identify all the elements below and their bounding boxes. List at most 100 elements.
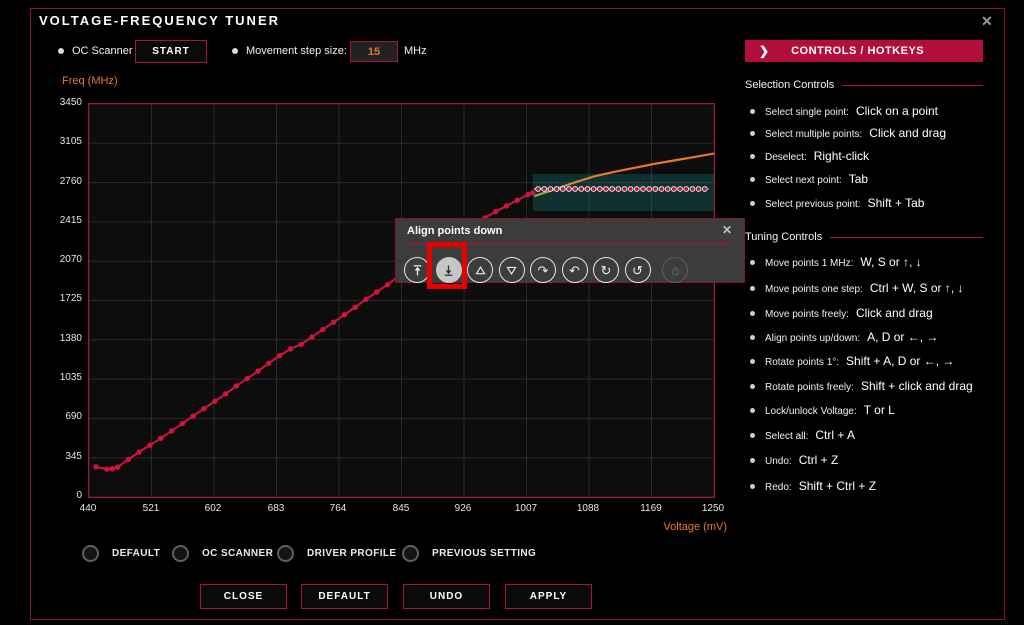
y-tick: 2070 bbox=[40, 254, 82, 265]
y-tick: 1725 bbox=[40, 293, 82, 304]
popup-title: Align points down bbox=[407, 225, 502, 237]
redo-icon: ↻ bbox=[601, 264, 612, 277]
bullet-icon bbox=[750, 458, 755, 463]
section-divider bbox=[830, 237, 983, 238]
rotate-ccw-icon: ↶ bbox=[569, 264, 580, 277]
y-tick: 690 bbox=[40, 411, 82, 422]
hotkey-item: Deselect:Right-click bbox=[750, 149, 869, 163]
radio-option-previous-setting[interactable]: PREVIOUS SETTING bbox=[402, 545, 536, 562]
step-unit-label: MHz bbox=[404, 45, 427, 57]
radio-option-default[interactable]: DEFAULT bbox=[82, 545, 160, 562]
radio-label: PREVIOUS SETTING bbox=[432, 548, 536, 559]
x-tick: 521 bbox=[129, 503, 173, 514]
radio-label: DRIVER PROFILE bbox=[307, 548, 397, 559]
bullet-icon bbox=[750, 260, 755, 265]
step-size-input[interactable] bbox=[350, 41, 398, 62]
hotkey-item: Select all: Ctrl + A bbox=[750, 428, 855, 442]
start-button[interactable]: START bbox=[135, 40, 207, 63]
x-tick: 1169 bbox=[629, 503, 673, 514]
hotkey-label: Move points 1 MHz: bbox=[765, 258, 853, 269]
radio-icon[interactable] bbox=[172, 545, 189, 562]
radio-option-driver-profile[interactable]: DRIVER PROFILE bbox=[277, 545, 397, 562]
hotkey-item: Rotate points 1°:Shift + A, D or ←, → bbox=[750, 354, 954, 368]
hotkey-keys: Tab bbox=[849, 172, 868, 186]
undo-icon: ↺ bbox=[632, 264, 643, 277]
hotkey-keys: Click and drag bbox=[869, 126, 946, 140]
x-tick: 1088 bbox=[566, 503, 610, 514]
y-tick: 345 bbox=[40, 451, 82, 462]
hotkey-keys: Click and drag bbox=[856, 306, 933, 320]
bullet-icon bbox=[750, 286, 755, 291]
tuning-controls-section: Tuning Controls bbox=[745, 231, 983, 243]
default-button[interactable]: DEFAULT bbox=[301, 584, 388, 609]
hotkey-label: Move points freely: bbox=[765, 309, 849, 320]
radio-label: DEFAULT bbox=[112, 548, 160, 559]
hotkey-keys: Shift + click and drag bbox=[861, 379, 973, 393]
hotkey-keys: T or L bbox=[864, 403, 895, 417]
hotkey-item: Redo:Shift + Ctrl + Z bbox=[750, 479, 876, 493]
section-title: Tuning Controls bbox=[745, 231, 822, 243]
step-size-label: Movement step size: bbox=[246, 45, 347, 57]
hotkey-item: Select next point: Tab bbox=[750, 172, 868, 186]
redo-button[interactable]: ↻ bbox=[593, 257, 619, 283]
y-tick: 2415 bbox=[40, 215, 82, 226]
popup-close-icon[interactable]: ✕ bbox=[722, 223, 732, 237]
undo-button[interactable]: ↺ bbox=[625, 257, 651, 283]
bullet-icon bbox=[750, 359, 755, 364]
x-tick: 926 bbox=[441, 503, 485, 514]
radio-icon[interactable] bbox=[277, 545, 294, 562]
bullet-icon bbox=[232, 48, 238, 54]
y-tick: 0 bbox=[40, 490, 82, 501]
lock-voltage-button[interactable] bbox=[662, 257, 688, 283]
section-divider bbox=[842, 85, 983, 86]
hotkey-item: Move points 1 MHz:W, S or ↑, ↓ bbox=[750, 255, 922, 269]
bullet-icon bbox=[750, 384, 755, 389]
hotkey-item: Select multiple points:Click and drag bbox=[750, 126, 946, 140]
hotkey-label: Select previous point: bbox=[765, 199, 861, 210]
rotate-points-ccw-button[interactable]: ↶ bbox=[562, 257, 588, 283]
radio-option-oc-scanner[interactable]: OC SCANNER bbox=[172, 545, 273, 562]
hotkey-item: Move points one step:Ctrl + W, S or ↑, ↓ bbox=[750, 281, 964, 295]
hotkey-label: Select all: bbox=[765, 431, 808, 442]
bullet-icon bbox=[750, 335, 755, 340]
highlight-annotation-box bbox=[427, 242, 467, 289]
radio-icon[interactable] bbox=[82, 545, 99, 562]
radio-icon[interactable] bbox=[402, 545, 419, 562]
hotkey-label: Redo: bbox=[765, 482, 792, 493]
hotkey-label: Deselect: bbox=[765, 152, 807, 163]
hotkey-keys: Ctrl + W, S or ↑, ↓ bbox=[870, 281, 964, 295]
bullet-icon bbox=[750, 433, 755, 438]
move-points-up-button[interactable] bbox=[467, 257, 493, 283]
x-tick: 845 bbox=[379, 503, 423, 514]
x-axis-title: Voltage (mV) bbox=[655, 521, 727, 533]
x-tick: 683 bbox=[254, 503, 298, 514]
y-axis-title: Freq (MHz) bbox=[62, 75, 118, 87]
controls-hotkeys-header[interactable]: ❯ CONTROLS / HOTKEYS bbox=[745, 40, 983, 62]
bullet-icon bbox=[750, 484, 755, 489]
hotkey-label: Align points up/down: bbox=[765, 333, 860, 344]
hotkey-item: Undo:Ctrl + Z bbox=[750, 453, 838, 467]
close-icon[interactable]: ✕ bbox=[981, 13, 993, 30]
x-tick: 1250 bbox=[691, 503, 735, 514]
vf-curve-svg bbox=[89, 104, 714, 497]
undo-button[interactable]: UNDO bbox=[403, 584, 490, 609]
rotate-cw-icon: ↷ bbox=[538, 264, 549, 277]
close-button[interactable]: CLOSE bbox=[200, 584, 287, 609]
hotkey-keys: Shift + Tab bbox=[868, 196, 925, 210]
y-tick: 1380 bbox=[40, 333, 82, 344]
selection-controls-section: Selection Controls bbox=[745, 79, 983, 91]
hotkey-keys: Ctrl + A bbox=[815, 428, 855, 442]
bullet-icon bbox=[750, 177, 755, 182]
move-points-down-button[interactable] bbox=[499, 257, 525, 283]
apply-button[interactable]: APPLY bbox=[505, 584, 592, 609]
bullet-icon bbox=[750, 109, 755, 114]
rotate-points-cw-button[interactable]: ↷ bbox=[530, 257, 556, 283]
triangle-up-icon bbox=[473, 263, 488, 278]
hotkey-label: Select next point: bbox=[765, 175, 842, 186]
lock-icon bbox=[668, 263, 683, 278]
bullet-icon bbox=[750, 201, 755, 206]
hotkey-keys: Shift + A, D or ←, → bbox=[846, 354, 954, 368]
vf-curve-plot[interactable] bbox=[88, 103, 715, 498]
hotkey-label: Undo: bbox=[765, 456, 792, 467]
bullet-icon bbox=[750, 311, 755, 316]
